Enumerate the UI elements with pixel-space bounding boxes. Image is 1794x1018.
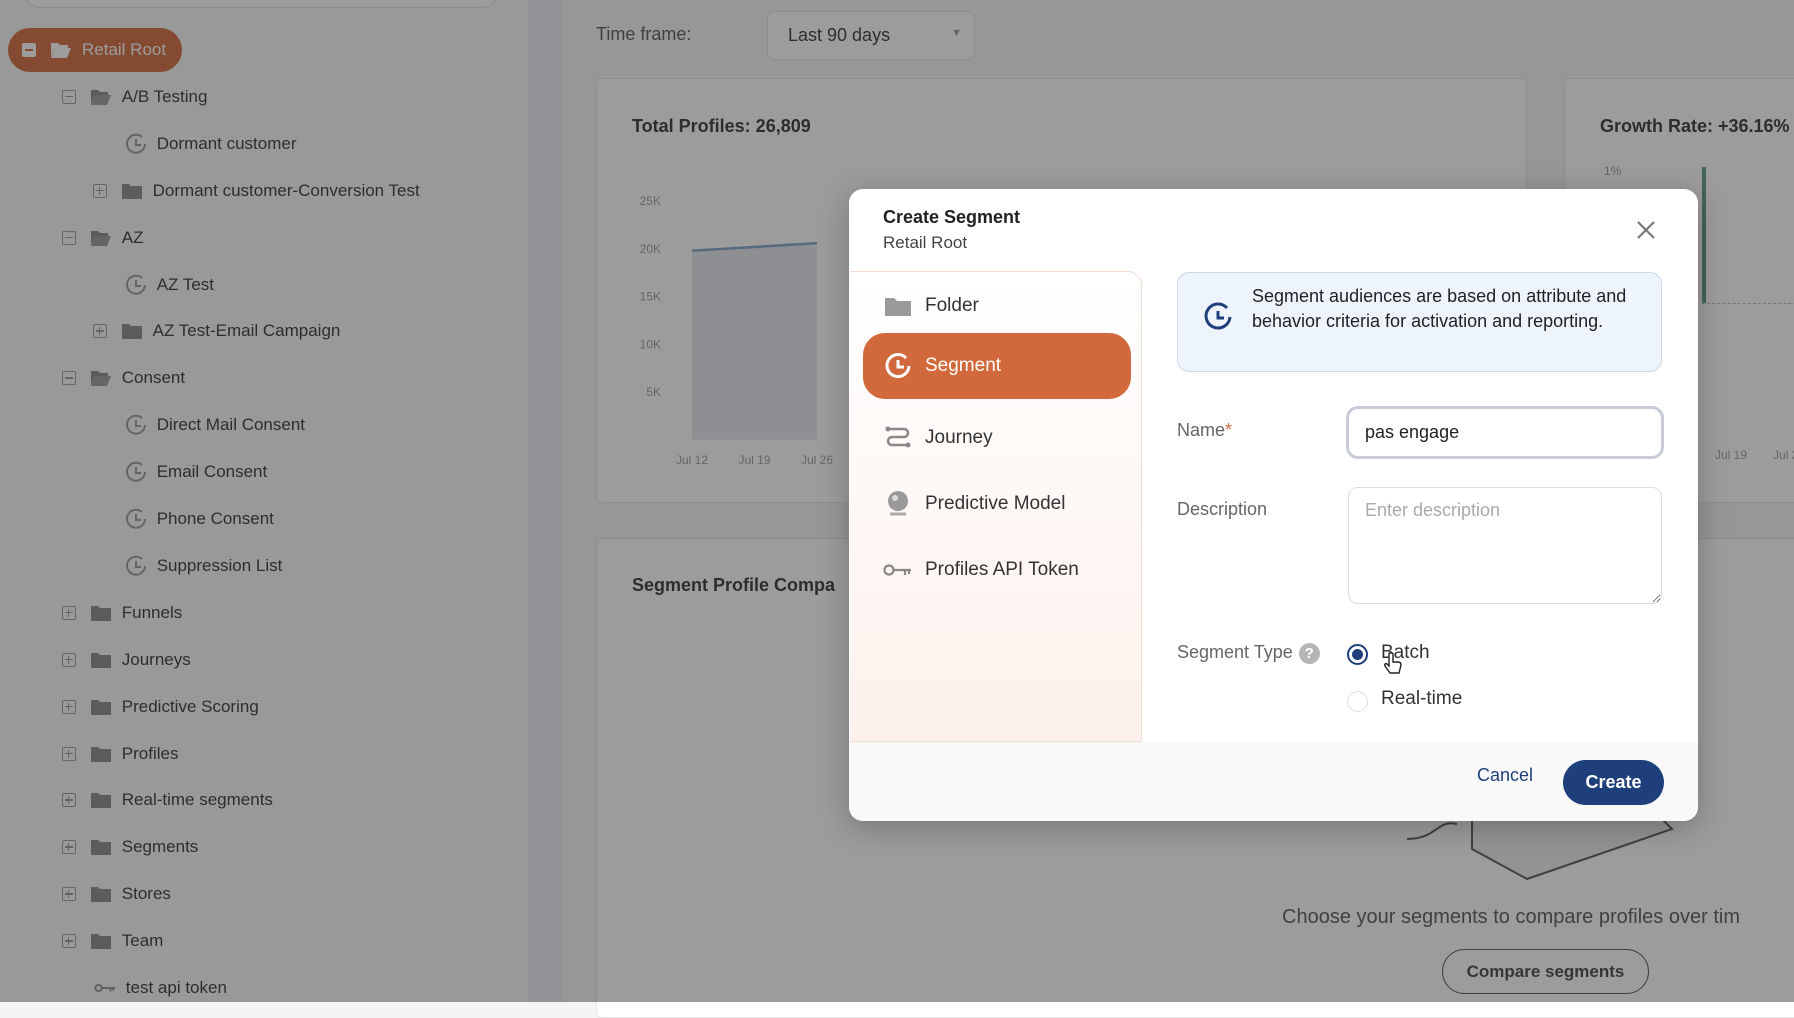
- description-label: Description: [1177, 499, 1267, 520]
- type-option-profiles-api-token[interactable]: Profiles API Token: [863, 537, 1131, 603]
- key-icon: [883, 560, 913, 580]
- name-input[interactable]: [1346, 406, 1664, 459]
- segment-type-label: Segment Type?: [1177, 642, 1320, 664]
- radio-real-time-label[interactable]: Real-time: [1381, 688, 1462, 710]
- predictive-model-icon: [883, 494, 913, 514]
- type-option-journey[interactable]: Journey: [863, 405, 1131, 471]
- required-mark: *: [1225, 420, 1232, 440]
- journey-icon: [883, 428, 913, 448]
- option-label: Predictive Model: [925, 493, 1065, 515]
- dialog-subtitle: Retail Root: [883, 233, 967, 253]
- help-icon[interactable]: ?: [1299, 643, 1320, 664]
- segment-info-banner: Segment audiences are based on attribute…: [1177, 272, 1662, 372]
- option-label: Folder: [925, 295, 979, 317]
- cancel-button[interactable]: Cancel: [1477, 765, 1533, 786]
- create-button[interactable]: Create: [1563, 760, 1664, 805]
- item-type-list: Folder Segment Journey Predictive Model …: [850, 271, 1142, 742]
- type-option-segment[interactable]: Segment: [863, 333, 1131, 399]
- close-icon[interactable]: [1633, 217, 1659, 243]
- hand-cursor-icon: [1384, 652, 1402, 676]
- info-text: Segment audiences are based on attribute…: [1252, 286, 1626, 331]
- segment-icon: [883, 356, 913, 376]
- dialog-footer: Cancel Create: [849, 742, 1698, 821]
- option-label: Segment: [925, 355, 1001, 377]
- radio-batch[interactable]: [1347, 644, 1368, 665]
- radio-real-time[interactable]: [1347, 691, 1368, 712]
- type-option-folder[interactable]: Folder: [863, 273, 1131, 339]
- option-label: Profiles API Token: [925, 559, 1079, 581]
- option-label: Journey: [925, 427, 993, 449]
- dialog-title: Create Segment: [883, 207, 1020, 228]
- folder-icon: [883, 296, 913, 316]
- segment-type-text: Segment Type: [1177, 642, 1293, 662]
- description-input[interactable]: [1348, 487, 1662, 604]
- name-label: Name*: [1177, 420, 1232, 441]
- name-label-text: Name: [1177, 420, 1225, 440]
- create-segment-dialog: Create Segment Retail Root Folder Segmen…: [849, 189, 1698, 821]
- segment-icon: [1202, 301, 1234, 333]
- type-option-predictive-model[interactable]: Predictive Model: [863, 471, 1131, 537]
